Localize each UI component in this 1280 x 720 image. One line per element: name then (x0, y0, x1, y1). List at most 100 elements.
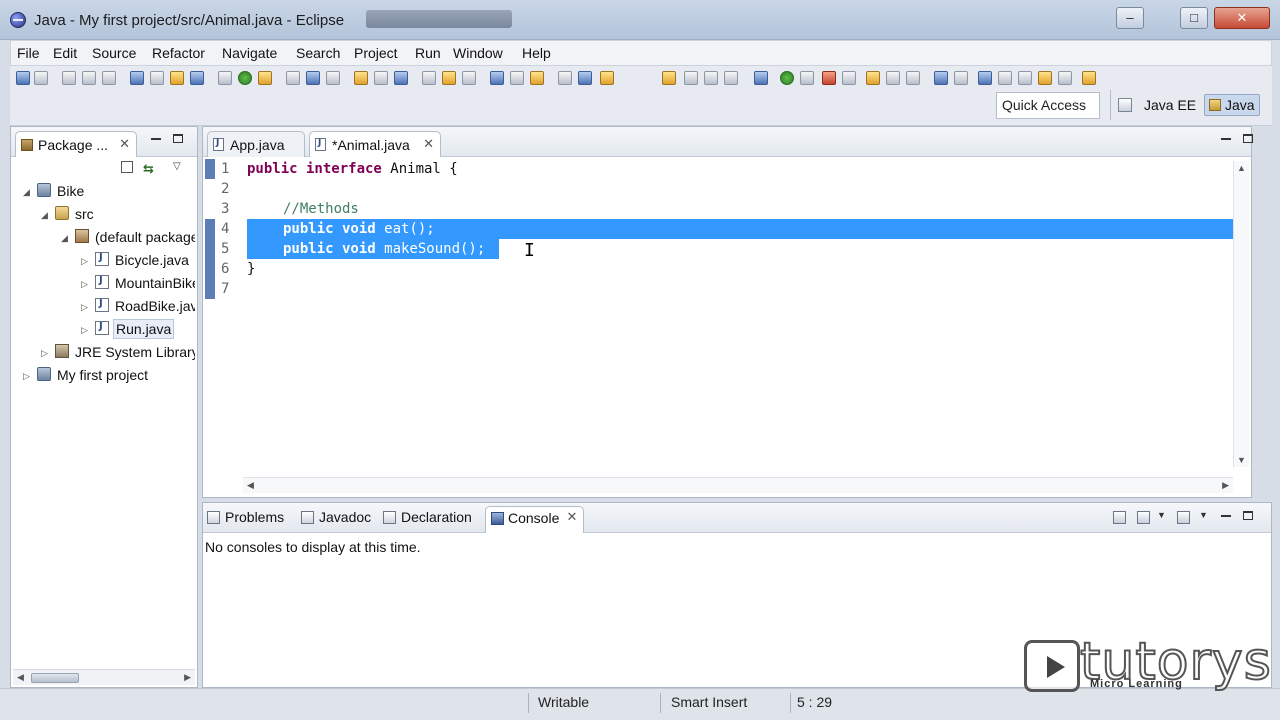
debug-icon[interactable] (190, 71, 204, 85)
collapse-arrow-icon[interactable]: ▷ (81, 302, 88, 313)
menu-refactor[interactable]: Refactor (152, 45, 205, 61)
external-tools-icon[interactable] (530, 71, 544, 85)
pen-icon[interactable] (662, 71, 676, 85)
horizontal-scrollbar[interactable]: ◀ ▶ (243, 477, 1233, 493)
code-line-1[interactable]: public interface Animal { (247, 161, 458, 177)
new-class-icon[interactable] (238, 71, 252, 85)
block-select-icon[interactable] (684, 71, 698, 85)
coverage-icon[interactable] (558, 71, 572, 85)
server-icon[interactable] (130, 71, 144, 85)
tree-item-mountainbike[interactable]: MountainBike.java (115, 275, 195, 291)
new-icon[interactable] (16, 71, 30, 85)
quick-access-input[interactable]: Quick Access (996, 92, 1100, 119)
menu-file[interactable]: File (17, 45, 40, 61)
back-dropdown-icon[interactable] (1058, 71, 1072, 85)
browser-icon[interactable] (394, 71, 408, 85)
collapse-arrow-icon[interactable]: ▷ (41, 348, 48, 359)
maximize-view-icon[interactable] (1243, 511, 1253, 520)
run-dropdown-icon[interactable] (800, 71, 814, 85)
link-icon[interactable] (906, 71, 920, 85)
expand-arrow-icon[interactable]: ◢ (61, 233, 68, 244)
maximize-button[interactable]: □ (1180, 7, 1208, 29)
menu-window[interactable]: Window (453, 45, 503, 61)
code-line-3[interactable]: //Methods (283, 201, 359, 217)
tab-app-java[interactable]: App.java (207, 131, 305, 157)
layout-icon[interactable] (934, 71, 948, 85)
back-icon[interactable] (1038, 71, 1052, 85)
menu-search[interactable]: Search (296, 45, 340, 61)
tab-problems[interactable]: Problems (207, 509, 284, 525)
open-folder-icon[interactable] (866, 71, 880, 85)
skip-icon[interactable] (724, 71, 738, 85)
chevron-down-icon[interactable]: ▼ (1199, 510, 1208, 520)
save-all-icon[interactable] (82, 71, 96, 85)
tree-item-bike[interactable]: Bike (57, 183, 84, 199)
tree-item-default-package[interactable]: (default package) (95, 229, 195, 245)
run-icon[interactable] (780, 71, 794, 85)
minimize-button[interactable]: ‒ (1116, 7, 1144, 29)
vertical-scrollbar[interactable]: ▲ ▼ (1233, 161, 1249, 467)
history-icon[interactable] (998, 71, 1012, 85)
annotation-icon[interactable] (354, 71, 368, 85)
maximize-view-icon[interactable] (1243, 134, 1253, 143)
chevron-down-icon[interactable]: ▼ (1157, 510, 1166, 520)
scroll-down-icon[interactable]: ▼ (1237, 455, 1246, 465)
menu-project[interactable]: Project (354, 45, 398, 61)
collapse-arrow-icon[interactable]: ▷ (81, 325, 88, 336)
tree-item-src[interactable]: src (75, 206, 94, 222)
collapse-arrow-icon[interactable]: ▷ (23, 371, 30, 382)
menu-navigate[interactable]: Navigate (222, 45, 277, 61)
save-icon[interactable] (62, 71, 76, 85)
tab-package-explorer[interactable]: Package ... ✕ (15, 131, 137, 157)
package-icon[interactable] (170, 71, 184, 85)
scroll-right-icon[interactable]: ▶ (184, 672, 191, 683)
open-console-icon[interactable] (1177, 511, 1190, 524)
outline-icon[interactable] (462, 71, 476, 85)
wand-icon[interactable] (886, 71, 900, 85)
task-icon[interactable] (326, 71, 340, 85)
perspective-java[interactable]: Java (1204, 94, 1260, 116)
mark-icon[interactable] (510, 71, 524, 85)
display-console-icon[interactable] (1113, 511, 1126, 524)
windows-icon[interactable] (978, 71, 992, 85)
grid-icon[interactable] (954, 71, 968, 85)
close-icon[interactable]: ✕ (566, 509, 577, 525)
open-perspective-icon[interactable] (1118, 98, 1132, 112)
code-line-4[interactable]: public void eat(); (283, 221, 435, 237)
debug-run-icon[interactable] (754, 71, 768, 85)
menu-help[interactable]: Help (522, 45, 551, 61)
tab-javadoc[interactable]: Javadoc (301, 509, 371, 525)
perspective-java-ee[interactable]: Java EE (1144, 97, 1196, 113)
print-icon[interactable] (102, 71, 116, 85)
code-line-6[interactable]: } (247, 261, 255, 277)
bookmark-icon[interactable] (442, 71, 456, 85)
expand-arrow-icon[interactable]: ◢ (23, 187, 30, 198)
filter-icon[interactable] (578, 71, 592, 85)
minimize-view-icon[interactable] (1221, 515, 1231, 517)
scroll-right-icon[interactable]: ▶ (1222, 480, 1229, 491)
tree-item-jre-library[interactable]: JRE System Library (75, 344, 195, 360)
scroll-up-icon[interactable]: ▲ (1237, 163, 1246, 173)
collapse-all-icon[interactable] (121, 161, 133, 173)
highlight-icon[interactable] (600, 71, 614, 85)
close-icon[interactable]: ✕ (423, 136, 434, 152)
collapse-arrow-icon[interactable]: ▷ (81, 279, 88, 290)
horizontal-scrollbar[interactable]: ◀ ▶ (13, 669, 195, 685)
tree-item-bicycle[interactable]: Bicycle.java (115, 252, 195, 268)
tree-item-run[interactable]: Run.java (113, 319, 175, 339)
collapse-arrow-icon[interactable]: ▷ (81, 256, 88, 267)
tab-console[interactable]: Console ✕ (485, 506, 585, 533)
build-icon[interactable] (150, 71, 164, 85)
code-line-5[interactable]: public void makeSound(); (283, 241, 485, 257)
class-icon[interactable] (218, 71, 232, 85)
tree-item-roadbike[interactable]: RoadBike.java (115, 298, 195, 314)
dropdown-icon[interactable] (34, 71, 48, 85)
menu-run[interactable]: Run (415, 45, 441, 61)
config-icon[interactable] (842, 71, 856, 85)
forward-icon[interactable] (1082, 71, 1096, 85)
search-icon[interactable] (306, 71, 320, 85)
tab-animal-java[interactable]: *Animal.java ✕ (309, 131, 441, 157)
close-button[interactable]: ✕ (1214, 7, 1270, 29)
tab-declaration[interactable]: Declaration (383, 509, 472, 525)
menu-source[interactable]: Source (92, 45, 136, 61)
